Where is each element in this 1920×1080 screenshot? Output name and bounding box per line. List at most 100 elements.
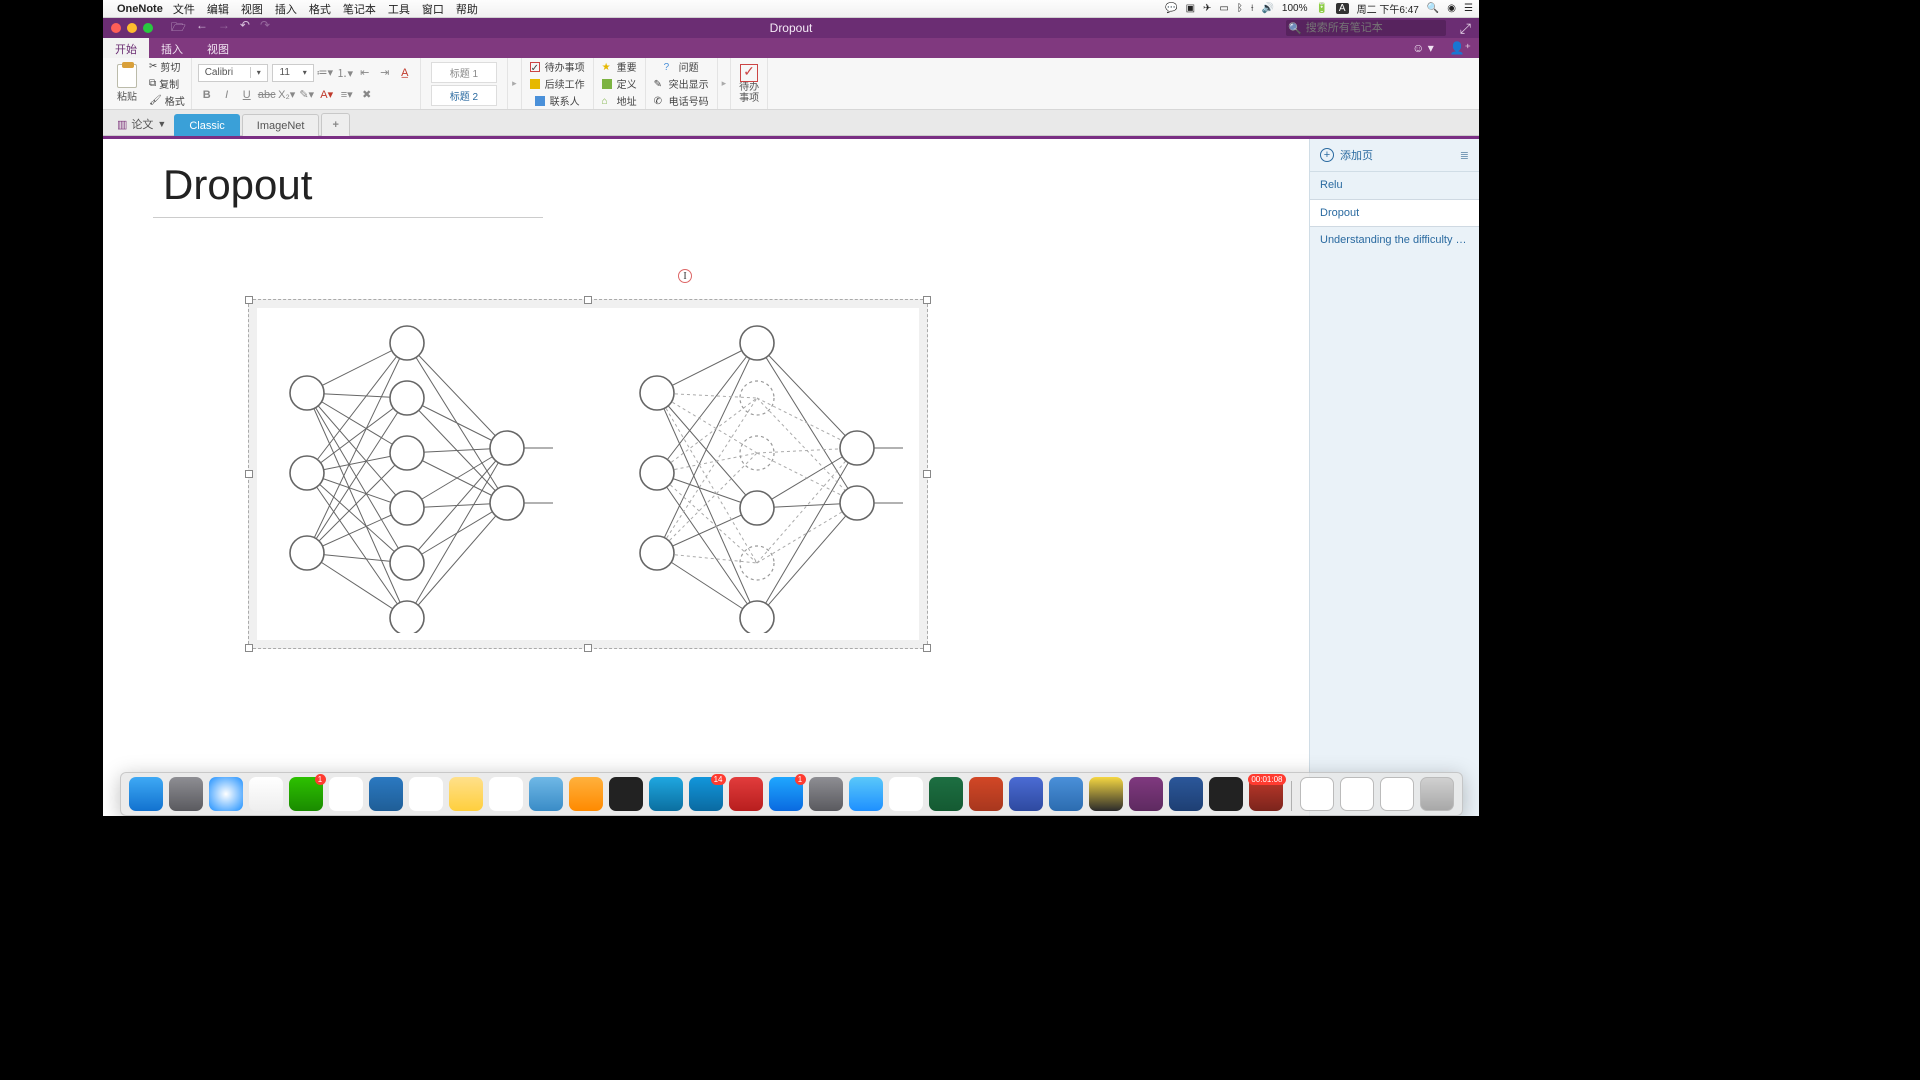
- dock-app-wps[interactable]: [1009, 777, 1043, 811]
- resize-handle-e[interactable]: [923, 470, 931, 478]
- wifi-icon[interactable]: ⟊: [1251, 3, 1254, 14]
- battery-icon[interactable]: 🔋: [1315, 3, 1327, 14]
- add-section-button[interactable]: +: [321, 113, 349, 136]
- paste-button[interactable]: 粘贴: [109, 64, 145, 103]
- resize-handle-s[interactable]: [584, 644, 592, 652]
- tag-address[interactable]: ⌂地址: [602, 93, 637, 108]
- format-painter-button[interactable]: 🖌格式: [149, 93, 185, 108]
- styles-more-icon[interactable]: ▸: [512, 78, 517, 89]
- bullets-button[interactable]: ≔▾: [316, 64, 334, 82]
- underline-button[interactable]: U: [238, 86, 256, 104]
- dock-app-vm[interactable]: [1049, 777, 1083, 811]
- dock-recent-doc2[interactable]: [1340, 777, 1374, 811]
- italic-button[interactable]: I: [218, 86, 236, 104]
- send-icon[interactable]: ✈︎: [1203, 3, 1211, 14]
- resize-handle-w[interactable]: [245, 470, 253, 478]
- notification-center-icon[interactable]: ☰: [1464, 3, 1473, 14]
- font-size-select[interactable]: 11▾: [272, 64, 314, 82]
- clear-format-button[interactable]: ✖: [358, 86, 376, 104]
- menu-notebook[interactable]: 笔记本: [343, 1, 376, 17]
- numbering-button[interactable]: ⒈▾: [336, 64, 354, 82]
- share-icon[interactable]: 👤⁺: [1442, 38, 1479, 58]
- qat-forward-icon[interactable]: →: [218, 18, 230, 39]
- tag-important[interactable]: ★重要: [602, 59, 637, 74]
- menu-tools[interactable]: 工具: [388, 1, 410, 17]
- dock-app-photos[interactable]: [489, 777, 523, 811]
- dock-app-calculator[interactable]: [569, 777, 603, 811]
- siri-icon[interactable]: ◉: [1447, 3, 1456, 14]
- tag-definition[interactable]: 定义: [602, 76, 637, 91]
- dock-app-textedit[interactable]: [889, 777, 923, 811]
- dock-app-launchpad[interactable]: [169, 777, 203, 811]
- dock-app-appstore[interactable]: 1: [769, 777, 803, 811]
- dock-recent-trash[interactable]: [1420, 777, 1454, 811]
- bluetooth-icon[interactable]: ᛒ: [1237, 3, 1243, 14]
- dock-app-keynote[interactable]: [649, 777, 683, 811]
- dock-recent-doc3[interactable]: [1380, 777, 1414, 811]
- page-item-1[interactable]: Dropout: [1310, 199, 1479, 227]
- window-zoom-button[interactable]: [143, 23, 153, 33]
- dock-app-wechat[interactable]: 1: [289, 777, 323, 811]
- notebook-picker[interactable]: ▥ 论文 ▼: [109, 113, 174, 135]
- font-name-select[interactable]: Calibri▾: [198, 64, 268, 82]
- dock-app-kugou[interactable]: 14: [689, 777, 723, 811]
- strike-button[interactable]: abc: [258, 86, 276, 104]
- menu-insert[interactable]: 插入: [275, 1, 297, 17]
- page-sort-icon[interactable]: ≣: [1460, 149, 1469, 162]
- dock-app-settings[interactable]: [809, 777, 843, 811]
- dock-app-excel[interactable]: [929, 777, 963, 811]
- resize-handle-nw[interactable]: [245, 296, 253, 304]
- input-source-icon[interactable]: A: [1336, 3, 1349, 14]
- image-container[interactable]: [248, 299, 928, 649]
- dock-app-activity[interactable]: [1209, 777, 1243, 811]
- tag-phone[interactable]: ✆电话号码: [654, 93, 709, 108]
- page-title[interactable]: Dropout: [163, 161, 533, 215]
- dock-app-onenote[interactable]: [1129, 777, 1163, 811]
- menu-edit[interactable]: 编辑: [207, 1, 229, 17]
- resize-handle-se[interactable]: [923, 644, 931, 652]
- dock-app-safari[interactable]: [209, 777, 243, 811]
- bold-button[interactable]: B: [198, 86, 216, 104]
- cut-button[interactable]: ✂︎剪切: [149, 59, 185, 74]
- search-input[interactable]: [1286, 20, 1446, 36]
- resize-handle-n[interactable]: [584, 296, 592, 304]
- dock-app-powerpoint[interactable]: [969, 777, 1003, 811]
- tag-question[interactable]: ?问题: [664, 59, 699, 74]
- highlight-button[interactable]: ✎▾: [298, 86, 316, 104]
- app-name[interactable]: OneNote: [117, 3, 163, 15]
- dock-app-netease[interactable]: [729, 777, 763, 811]
- page-item-2[interactable]: Understanding the difficulty of tr…: [1310, 227, 1479, 254]
- ribbon-tab-insert[interactable]: 插入: [149, 38, 195, 58]
- dock-app-pycharm[interactable]: [1089, 777, 1123, 811]
- volume-icon[interactable]: 🔊: [1261, 3, 1273, 14]
- qat-back-icon[interactable]: ←: [196, 18, 208, 39]
- menu-view[interactable]: 视图: [241, 1, 263, 17]
- page-canvas[interactable]: Dropout I: [103, 139, 1309, 816]
- tag-todo[interactable]: ✓待办事项: [530, 59, 585, 74]
- menu-format[interactable]: 格式: [309, 1, 331, 17]
- clock[interactable]: 周二 下午6:47: [1357, 1, 1419, 16]
- section-tab-classic[interactable]: Classic: [174, 114, 239, 136]
- add-page-button[interactable]: + 添加页 ≣: [1310, 139, 1479, 172]
- indent-button[interactable]: ⇥: [376, 64, 394, 82]
- page-item-0[interactable]: Relu: [1310, 172, 1479, 199]
- style-heading1[interactable]: 标题 1: [431, 62, 497, 83]
- tags-more-icon[interactable]: ▸: [722, 78, 727, 89]
- dock-app-record[interactable]: 00:01:08: [1249, 777, 1283, 811]
- qat-redo-icon[interactable]: ↷: [260, 18, 270, 39]
- align-button[interactable]: ≡▾: [338, 86, 356, 104]
- section-tab-imagenet[interactable]: ImageNet: [242, 114, 320, 136]
- dock-app-reminders[interactable]: [409, 777, 443, 811]
- ribbon-tab-view[interactable]: 视图: [195, 38, 241, 58]
- resize-handle-sw[interactable]: [245, 644, 253, 652]
- qat-open-icon[interactable]: 🗁: [171, 18, 186, 39]
- resize-handle-ne[interactable]: [923, 296, 931, 304]
- dock-app-finder[interactable]: [129, 777, 163, 811]
- dock-app-calendar[interactable]: [329, 777, 363, 811]
- outdent-button[interactable]: ⇤: [356, 64, 374, 82]
- tag-contact[interactable]: 联系人: [535, 93, 580, 108]
- window-close-button[interactable]: [111, 23, 121, 33]
- display-icon[interactable]: ▭: [1219, 3, 1228, 14]
- font-color-button[interactable]: A▾: [318, 86, 336, 104]
- dock-app-notes[interactable]: [449, 777, 483, 811]
